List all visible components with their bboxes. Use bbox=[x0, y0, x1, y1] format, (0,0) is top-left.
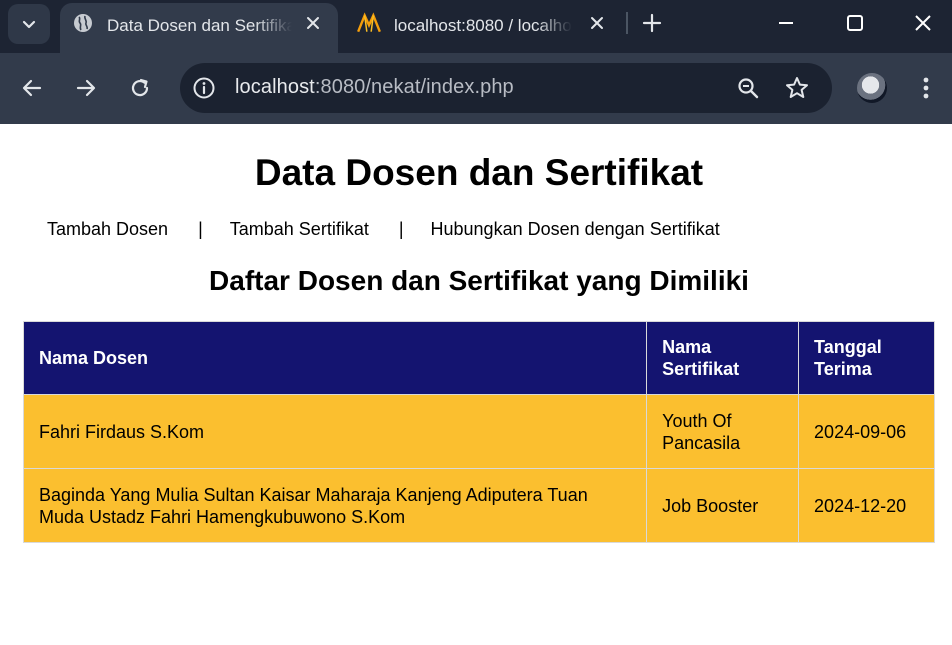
dosen-sertifikat-table: Nama Dosen Nama Sertifikat Tanggal Terim… bbox=[22, 321, 935, 543]
nav-separator: | bbox=[198, 219, 203, 239]
arrow-left-icon bbox=[22, 79, 42, 97]
tab-divider bbox=[626, 12, 628, 34]
cell-nama-sertifikat: Youth Of Pancasila bbox=[646, 394, 800, 469]
more-vert-icon[interactable] bbox=[916, 75, 936, 101]
site-info-icon[interactable] bbox=[192, 76, 216, 100]
chevron-down-icon bbox=[22, 20, 36, 29]
tab-phpmyadmin[interactable]: localhost:8080 / localhost bbox=[342, 3, 620, 53]
page-nav: Tambah Dosen | Tambah Sertifikat | Hubungkan… bbox=[47, 219, 720, 240]
cell-tanggal-terima: 2024-12-20 bbox=[798, 468, 935, 543]
browser-toolbar: localhost:8080/nekat/index.php bbox=[0, 53, 952, 124]
tab-title: Data Dosen dan Sertifikat bbox=[107, 16, 292, 35]
phpmyadmin-icon bbox=[357, 12, 381, 33]
close-icon[interactable] bbox=[304, 14, 322, 32]
maximize-icon bbox=[847, 15, 863, 31]
nav-link-tambah-dosen[interactable]: Tambah Dosen bbox=[47, 219, 168, 240]
table-row: Baginda Yang Mulia Sultan Kaisar Maharaj… bbox=[22, 468, 935, 543]
url-host: localhost bbox=[235, 76, 315, 98]
address-bar[interactable]: localhost:8080/nekat/index.php bbox=[180, 63, 832, 113]
url-text[interactable]: localhost:8080/nekat/index.php bbox=[235, 76, 514, 99]
new-tab-plus-icon[interactable] bbox=[640, 11, 664, 35]
page-title: Data Dosen dan Sertifikat bbox=[254, 152, 704, 193]
arrow-right-icon bbox=[76, 79, 96, 97]
forward-button[interactable] bbox=[73, 75, 99, 101]
tab-search-button[interactable] bbox=[8, 4, 50, 44]
browser-titlebar: Data Dosen dan Sertifikat localhost:8080… bbox=[0, 0, 952, 53]
header-nama-sertifikat: Nama Sertifikat bbox=[646, 321, 800, 395]
back-button[interactable] bbox=[19, 75, 45, 101]
header-nama-dosen: Nama Dosen bbox=[22, 321, 648, 395]
maximize-button[interactable] bbox=[822, 0, 888, 46]
bookmark-star-icon[interactable] bbox=[784, 75, 810, 101]
cell-nama-dosen: Baginda Yang Mulia Sultan Kaisar Maharaj… bbox=[22, 468, 648, 543]
section-title: Daftar Dosen dan Sertifikat yang Dimilik… bbox=[209, 265, 749, 296]
table-row: Fahri Firdaus S.Kom Youth Of Pancasila 2… bbox=[22, 394, 935, 469]
close-icon[interactable] bbox=[588, 14, 606, 32]
header-tanggal-terima: Tanggal Terima bbox=[798, 321, 935, 395]
reload-icon bbox=[131, 78, 149, 97]
profile-avatar[interactable] bbox=[857, 73, 887, 103]
close-icon bbox=[915, 15, 931, 31]
table-header-row: Nama Dosen Nama Sertifikat Tanggal Terim… bbox=[22, 321, 935, 395]
nav-link-hubungkan[interactable]: Hubungkan Dosen dengan Sertifikat bbox=[431, 219, 720, 240]
cell-nama-dosen: Fahri Firdaus S.Kom bbox=[22, 394, 648, 469]
cell-tanggal-terima: 2024-09-06 bbox=[798, 394, 935, 469]
nav-link-tambah-sertifikat[interactable]: Tambah Sertifikat bbox=[230, 219, 369, 240]
globe-icon bbox=[74, 14, 92, 32]
minimize-icon bbox=[779, 22, 793, 24]
tab-data-dosen[interactable]: Data Dosen dan Sertifikat bbox=[60, 3, 338, 53]
tab-title: localhost:8080 / localhost bbox=[394, 16, 572, 35]
reload-button[interactable] bbox=[127, 75, 153, 101]
minimize-button[interactable] bbox=[753, 0, 819, 46]
zoom-icon[interactable] bbox=[736, 76, 760, 100]
window-close-button[interactable] bbox=[890, 0, 952, 46]
nav-separator: | bbox=[398, 219, 404, 239]
page-content: Data Dosen dan Sertifikat Tambah Dosen | T… bbox=[0, 124, 952, 645]
cell-nama-sertifikat: Job Booster bbox=[646, 468, 800, 543]
url-path: :8080/nekat/index.php bbox=[314, 76, 514, 98]
